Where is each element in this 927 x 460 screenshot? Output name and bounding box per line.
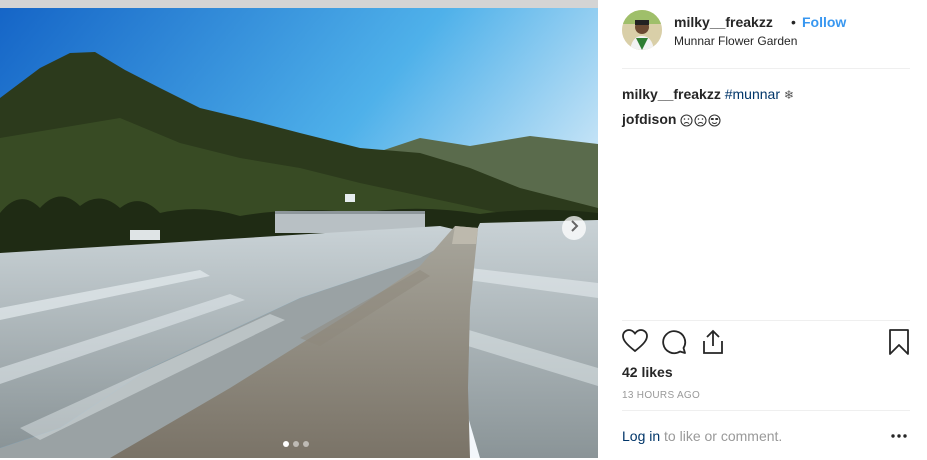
- comment-icon[interactable]: [661, 329, 687, 360]
- bookmark-icon[interactable]: [889, 329, 909, 360]
- post-timestamp[interactable]: 13 HOURS AGO: [622, 390, 700, 401]
- post-side-panel: milky__freakzz • Follow Munnar Flower Ga…: [598, 0, 927, 460]
- chevron-right-icon: [569, 219, 579, 237]
- comment-line: jofdison: [622, 107, 910, 131]
- top-strip: [0, 0, 598, 8]
- likes-count[interactable]: 42 likes: [622, 364, 673, 380]
- caption-line: milky__freakzz #munnar ❄: [622, 82, 910, 107]
- divider: [622, 410, 910, 411]
- caption-username[interactable]: milky__freakzz: [622, 86, 721, 102]
- comment-username[interactable]: jofdison: [622, 111, 676, 127]
- sad-face-icon: [680, 114, 693, 127]
- share-icon[interactable]: [701, 329, 725, 360]
- follow-button[interactable]: Follow: [802, 14, 846, 30]
- comment-emojis: [680, 114, 721, 127]
- carousel-indicator: [283, 441, 309, 447]
- sad-face-icon: [694, 114, 707, 127]
- divider: [622, 320, 910, 321]
- action-bar: [622, 329, 912, 357]
- login-prompt: Log in to like or comment.: [622, 428, 782, 444]
- carousel-next-button[interactable]: [562, 216, 586, 240]
- snowflake-emoji: ❄: [783, 88, 794, 102]
- divider: [622, 68, 910, 69]
- carousel-dot: [303, 441, 309, 447]
- avatar[interactable]: [622, 10, 662, 50]
- login-link[interactable]: Log in: [622, 428, 660, 444]
- more-options-icon[interactable]: [890, 426, 908, 451]
- username[interactable]: milky__freakzz: [674, 14, 773, 30]
- caption-block: milky__freakzz #munnar ❄ jofdison: [622, 82, 910, 131]
- post-image[interactable]: [0, 8, 598, 458]
- hashtag-link[interactable]: #munnar: [725, 86, 780, 102]
- heart-icon[interactable]: [622, 329, 648, 358]
- post-header: milky__freakzz • Follow Munnar Flower Ga…: [622, 10, 910, 62]
- carousel-dot: [293, 441, 299, 447]
- carousel-dot: [283, 441, 289, 447]
- separator-dot: •: [791, 14, 796, 30]
- frosty-road-photo: [0, 8, 598, 458]
- cool-face-icon: [708, 114, 721, 127]
- location-link[interactable]: Munnar Flower Garden: [674, 34, 797, 48]
- login-text: to like or comment.: [660, 428, 783, 444]
